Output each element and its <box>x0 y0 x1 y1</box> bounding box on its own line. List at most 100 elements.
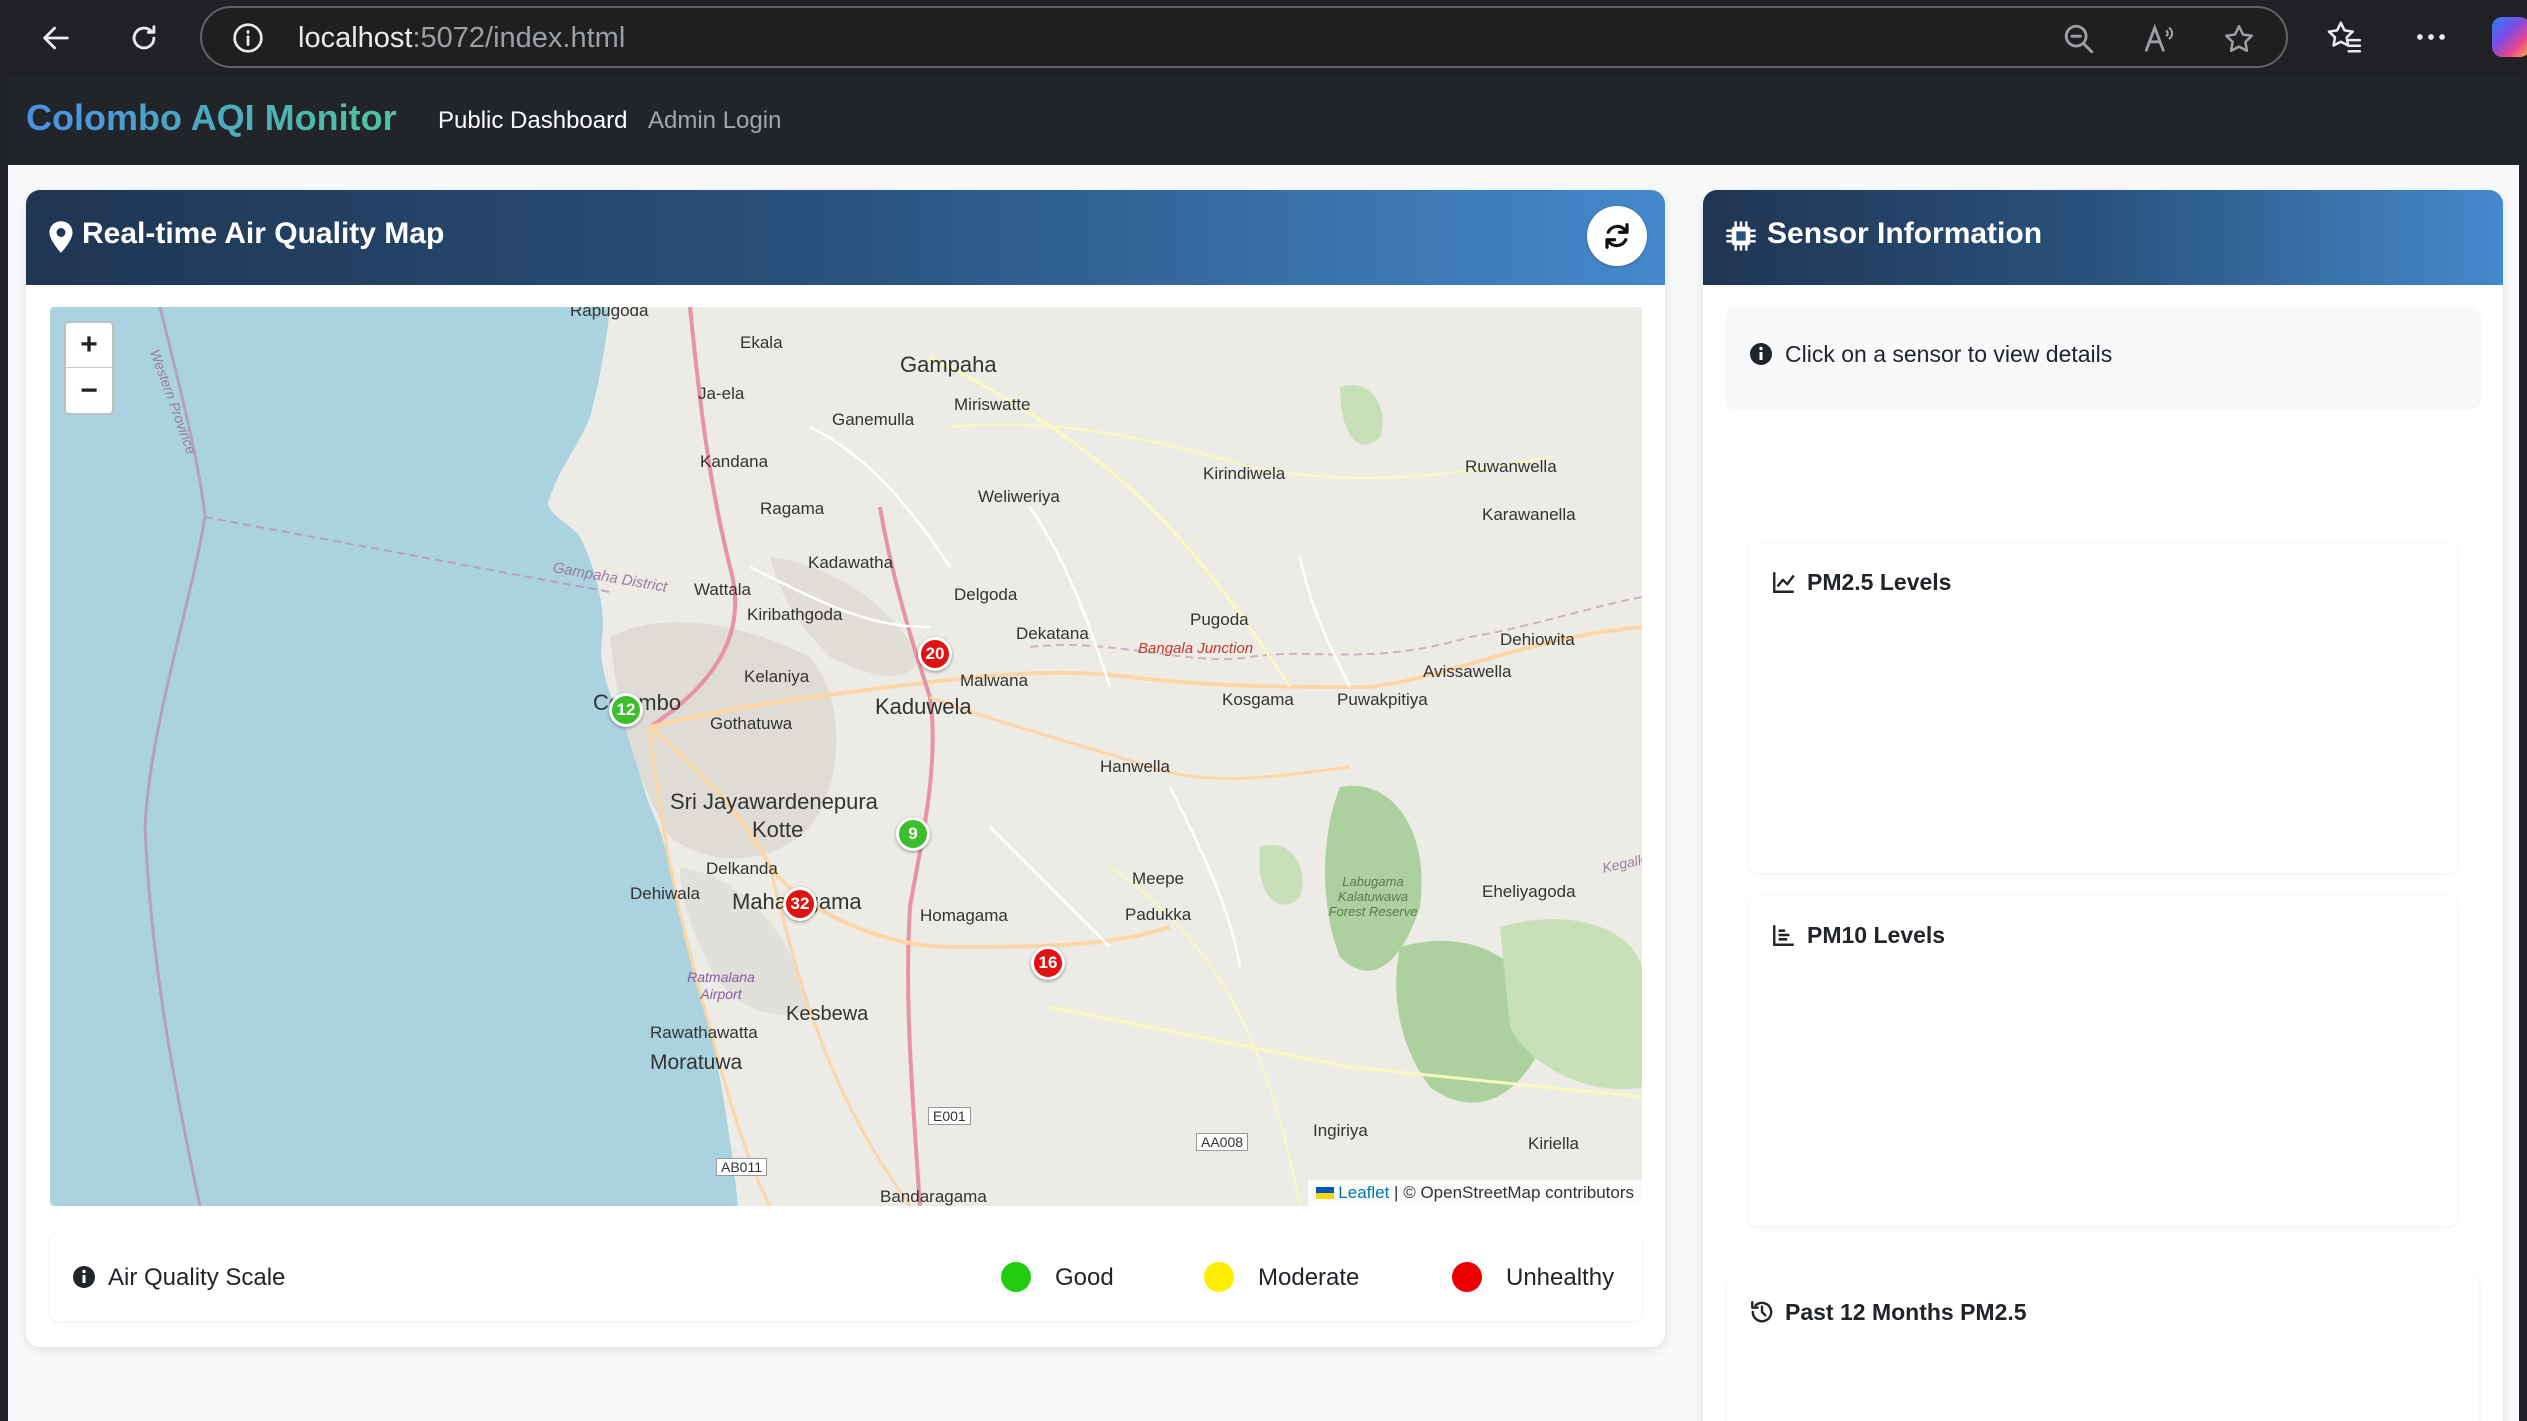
legend-label-unhealthy: Unhealthy <box>1506 1264 1615 1291</box>
map-label: Gampaha <box>900 352 997 377</box>
sensor-info-card: Sensor Information Click on a sensor to … <box>1703 190 2503 1421</box>
map-label: Avissawella <box>1423 662 1512 681</box>
map-label: Bandaragama <box>880 1187 987 1206</box>
reload-button[interactable] <box>118 12 170 64</box>
page-viewport: Colombo AQI Monitor Public Dashboard Adm… <box>8 77 2519 1421</box>
pm10-chart-title: PM10 Levels <box>1807 922 1946 948</box>
map-card-title: Real-time Air Quality Map <box>82 217 445 250</box>
map-label: Delkanda <box>706 859 778 878</box>
map-label: Puwakpitiya <box>1337 690 1428 709</box>
line-chart-icon <box>1773 572 1795 593</box>
map-label: Ekala <box>740 333 783 352</box>
history-icon <box>1751 1301 1773 1323</box>
history-chart-title: Past 12 Months PM2.5 <box>1785 1299 2027 1325</box>
scale-title: Air Quality Scale <box>108 1264 286 1291</box>
map-label: Kadawatha <box>808 553 894 572</box>
map-marker-icon <box>49 221 73 253</box>
map-label: Kandana <box>700 452 769 471</box>
read-aloud-icon[interactable] <box>2142 22 2176 56</box>
more-options-icon[interactable] <box>2412 18 2450 56</box>
air-quality-map[interactable]: Rapugoda Ekala Gampaha Ja-ela Miriswatte… <box>50 307 1642 1206</box>
browser-toolbar: localhost:5072/index.html <box>0 0 2527 77</box>
map-label: Kosgama <box>1222 690 1294 709</box>
sensor-marker[interactable]: 12 <box>609 693 643 727</box>
ukraine-flag-icon <box>1316 1187 1335 1199</box>
map-label: E001 <box>928 1107 971 1125</box>
pm25-chart-panel: PM2.5 Levels <box>1749 543 2457 873</box>
reload-icon <box>132 25 156 50</box>
map-label: Ganemulla <box>832 410 915 429</box>
refresh-icon <box>1605 223 1629 249</box>
info-circle-icon <box>1750 343 1772 365</box>
zoom-control: + − <box>64 321 114 415</box>
copilot-icon[interactable] <box>2492 17 2527 57</box>
zoom-out-button[interactable]: − <box>66 368 112 413</box>
site-info-icon[interactable] <box>232 22 264 54</box>
url-text[interactable]: localhost:5072/index.html <box>298 22 625 55</box>
map-label: Ja-ela <box>698 384 745 403</box>
air-quality-scale: Air Quality Scale Good Moderate Unhealth… <box>50 1233 1642 1321</box>
app-navbar: Colombo AQI Monitor Public Dashboard Adm… <box>8 77 2519 165</box>
map-label: Hanwella <box>1100 757 1170 776</box>
refresh-button[interactable] <box>1587 206 1647 266</box>
sensor-card-header: Sensor Information <box>1703 190 2503 285</box>
map-label: Gampaha District <box>551 559 669 596</box>
map-label: Bangala Junction <box>1138 640 1254 657</box>
favorite-star-icon[interactable] <box>2222 22 2256 56</box>
map-label: Rapugoda <box>570 307 649 320</box>
map-label: Labugama Kalatuwawa Forest Reserve <box>1328 874 1418 919</box>
pm25-chart-title: PM2.5 Levels <box>1807 569 1952 595</box>
map-label: Padukka <box>1125 905 1192 924</box>
info-circle-icon <box>73 1266 95 1288</box>
legend-label-moderate: Moderate <box>1258 1264 1360 1291</box>
leaflet-link[interactable]: Leaflet <box>1338 1183 1389 1202</box>
map-label: Kiriella <box>1528 1134 1580 1153</box>
map-label: Dehiowita <box>1500 630 1575 649</box>
map-label: Kegalle <box>1600 850 1642 876</box>
favorites-icon[interactable] <box>2325 18 2363 56</box>
address-bar[interactable]: localhost:5072/index.html <box>200 6 2288 68</box>
map-label: AB011 <box>716 1158 767 1176</box>
map-label: Ruwanwella <box>1465 457 1557 476</box>
sensor-marker[interactable]: 16 <box>1031 946 1065 980</box>
pm10-chart-panel: PM10 Levels <box>1749 896 2457 1226</box>
map-label: Gothatuwa <box>710 714 793 733</box>
sensor-marker[interactable]: 32 <box>783 887 817 921</box>
attribution-text: | © OpenStreetMap contributors <box>1389 1183 1634 1202</box>
map-label: Kaduwela <box>875 694 972 719</box>
map-label: Kesbewa <box>786 1003 869 1025</box>
sensor-info-message: Click on a sensor to view details <box>1727 307 2479 407</box>
zoom-in-button[interactable]: + <box>66 323 112 368</box>
brand-logo[interactable]: Colombo AQI Monitor <box>26 97 397 139</box>
back-arrow-icon <box>43 26 69 50</box>
map-attribution: Leaflet | © OpenStreetMap contributors <box>1308 1180 1642 1206</box>
sensor-marker[interactable]: 9 <box>896 817 930 851</box>
zoom-icon[interactable] <box>2062 22 2096 56</box>
bar-chart-icon <box>1773 925 1794 946</box>
map-label: Kirindiwela <box>1203 464 1286 483</box>
map-label: Ratmalana Airport <box>687 969 755 1002</box>
microchip-icon <box>1726 221 1756 251</box>
nav-public-dashboard[interactable]: Public Dashboard <box>438 107 627 135</box>
map-label: Eheliyagoda <box>1482 882 1576 901</box>
map-label: Ragama <box>760 499 825 518</box>
sensor-marker[interactable]: 20 <box>918 637 952 671</box>
legend-dot-unhealthy <box>1452 1262 1482 1292</box>
legend-label-good: Good <box>1055 1264 1114 1291</box>
map-label: Karawanella <box>1482 505 1576 524</box>
map-label: Miriswatte <box>954 395 1031 414</box>
nav-admin-login[interactable]: Admin Login <box>648 107 781 135</box>
map-label: Kotte <box>752 817 804 842</box>
sensor-info-text: Click on a sensor to view details <box>1785 341 2113 367</box>
map-label: Malwana <box>960 671 1029 690</box>
legend-dot-moderate <box>1204 1262 1234 1292</box>
history-chart-panel: Past 12 Months PM2.5 <box>1727 1273 2479 1421</box>
map-label: Ingiriya <box>1313 1121 1368 1140</box>
map-label: Sri Jayawardenepura <box>670 789 878 814</box>
map-card-header: Real-time Air Quality Map <box>26 190 1665 285</box>
sensor-card-title: Sensor Information <box>1767 217 2043 250</box>
map-label: Kelaniya <box>744 667 810 686</box>
map-label-list: Rapugoda Ekala Gampaha Ja-ela Miriswatte… <box>50 307 1642 1206</box>
back-button[interactable] <box>30 12 82 64</box>
map-label: Wattala <box>694 580 752 599</box>
